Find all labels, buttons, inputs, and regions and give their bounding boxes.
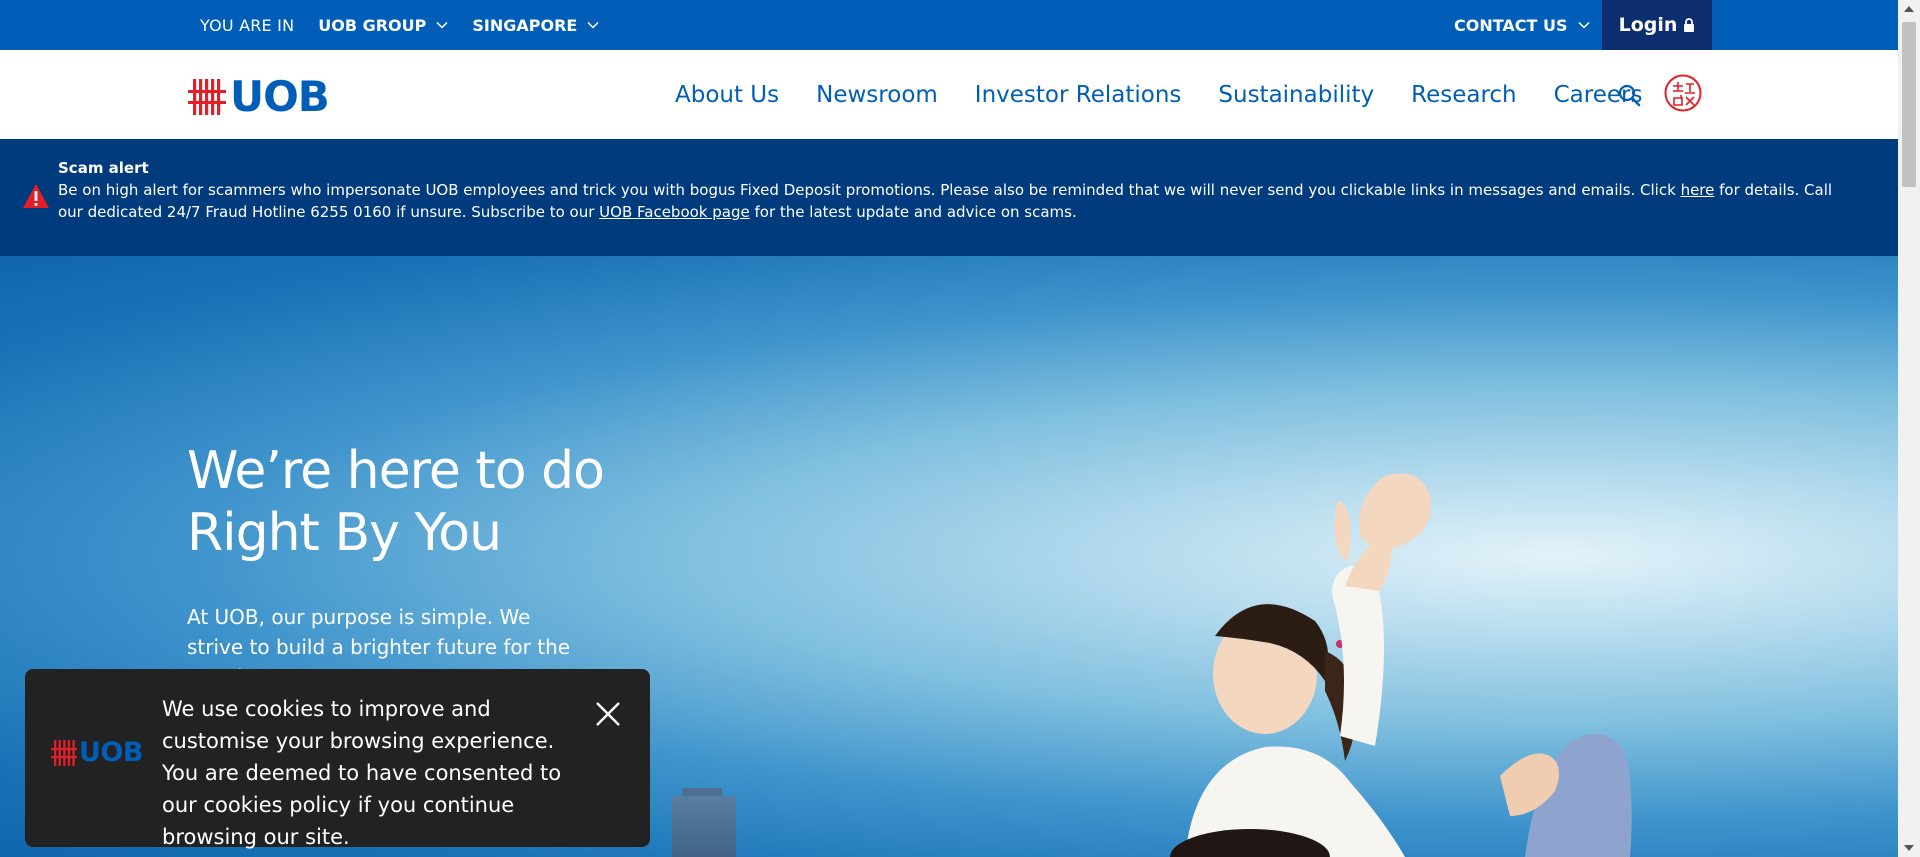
- contact-us-label: CONTACT US: [1454, 15, 1568, 35]
- login-label: Login: [1618, 14, 1678, 36]
- nav-newsroom[interactable]: Newsroom: [816, 82, 938, 108]
- nav-sustainability[interactable]: Sustainability: [1218, 82, 1374, 108]
- uob-logo-mark-icon: [51, 739, 77, 766]
- contact-us-dropdown[interactable]: CONTACT US: [1454, 0, 1590, 50]
- country-dropdown-label: SINGAPORE: [472, 15, 578, 35]
- chevron-down-icon: [436, 21, 448, 29]
- uob-logo-mark-icon: [188, 78, 226, 115]
- main-header: UOB About Us Newsroom Investor Relations…: [0, 50, 1898, 139]
- group-dropdown-label: UOB GROUP: [318, 15, 427, 35]
- cookie-logo-text: UOB: [79, 737, 143, 768]
- scam-alert-body-3: for the latest update and advice on scam…: [749, 203, 1077, 221]
- page-scrollbar[interactable]: [1898, 0, 1920, 857]
- nav-research[interactable]: Research: [1411, 82, 1517, 108]
- cookie-banner: UOB We use cookies to improve and custom…: [25, 669, 650, 849]
- scroll-down-arrow-icon[interactable]: [1904, 845, 1914, 851]
- chevron-down-icon: [1578, 21, 1590, 29]
- background-building: [672, 788, 736, 857]
- logo-text: UOB: [230, 72, 330, 121]
- group-dropdown[interactable]: UOB GROUP: [318, 16, 448, 35]
- hero-heading: We’re here to do Right By You: [187, 440, 687, 564]
- cookie-uob-logo: UOB: [51, 737, 143, 768]
- login-button[interactable]: Login: [1602, 0, 1712, 50]
- scrollbar-thumb[interactable]: [1902, 22, 1916, 187]
- main-nav: About Us Newsroom Investor Relations Sus…: [675, 50, 1642, 139]
- nav-about-us[interactable]: About Us: [675, 82, 779, 108]
- uob-logo[interactable]: UOB: [188, 72, 330, 121]
- uob-facebook-link[interactable]: UOB Facebook page: [599, 203, 750, 221]
- cookie-message: We use cookies to improve and customise …: [162, 697, 562, 849]
- scam-alert-text: Scam alert Be on high alert for scammers…: [58, 157, 1858, 223]
- scam-alert-body-1: Be on high alert for scammers who impers…: [58, 181, 1681, 199]
- scam-alert-title: Scam alert: [58, 159, 149, 177]
- you-are-in-label: YOU ARE IN: [200, 15, 295, 35]
- chevron-down-icon: [587, 21, 599, 29]
- search-icon[interactable]: [1617, 83, 1641, 107]
- hero-heading-line-1: We’re here to do: [187, 441, 605, 501]
- hero-heading-line-2: Right By You: [187, 503, 502, 563]
- top-utility-bar: YOU ARE IN UOB GROUP SINGAPORE CONTACT U…: [0, 0, 1898, 50]
- country-dropdown[interactable]: SINGAPORE: [472, 16, 599, 35]
- scam-alert-here-link[interactable]: here: [1681, 181, 1715, 199]
- close-icon[interactable]: [593, 699, 623, 729]
- region-selector: YOU ARE IN UOB GROUP SINGAPORE: [200, 0, 599, 50]
- language-globe-icon[interactable]: [1664, 74, 1702, 112]
- scam-alert-banner: Scam alert Be on high alert for scammers…: [0, 139, 1898, 256]
- nav-investor-relations[interactable]: Investor Relations: [975, 82, 1182, 108]
- scroll-up-arrow-icon[interactable]: [1904, 6, 1914, 12]
- lock-icon: [1684, 18, 1695, 32]
- warning-icon: [23, 184, 49, 208]
